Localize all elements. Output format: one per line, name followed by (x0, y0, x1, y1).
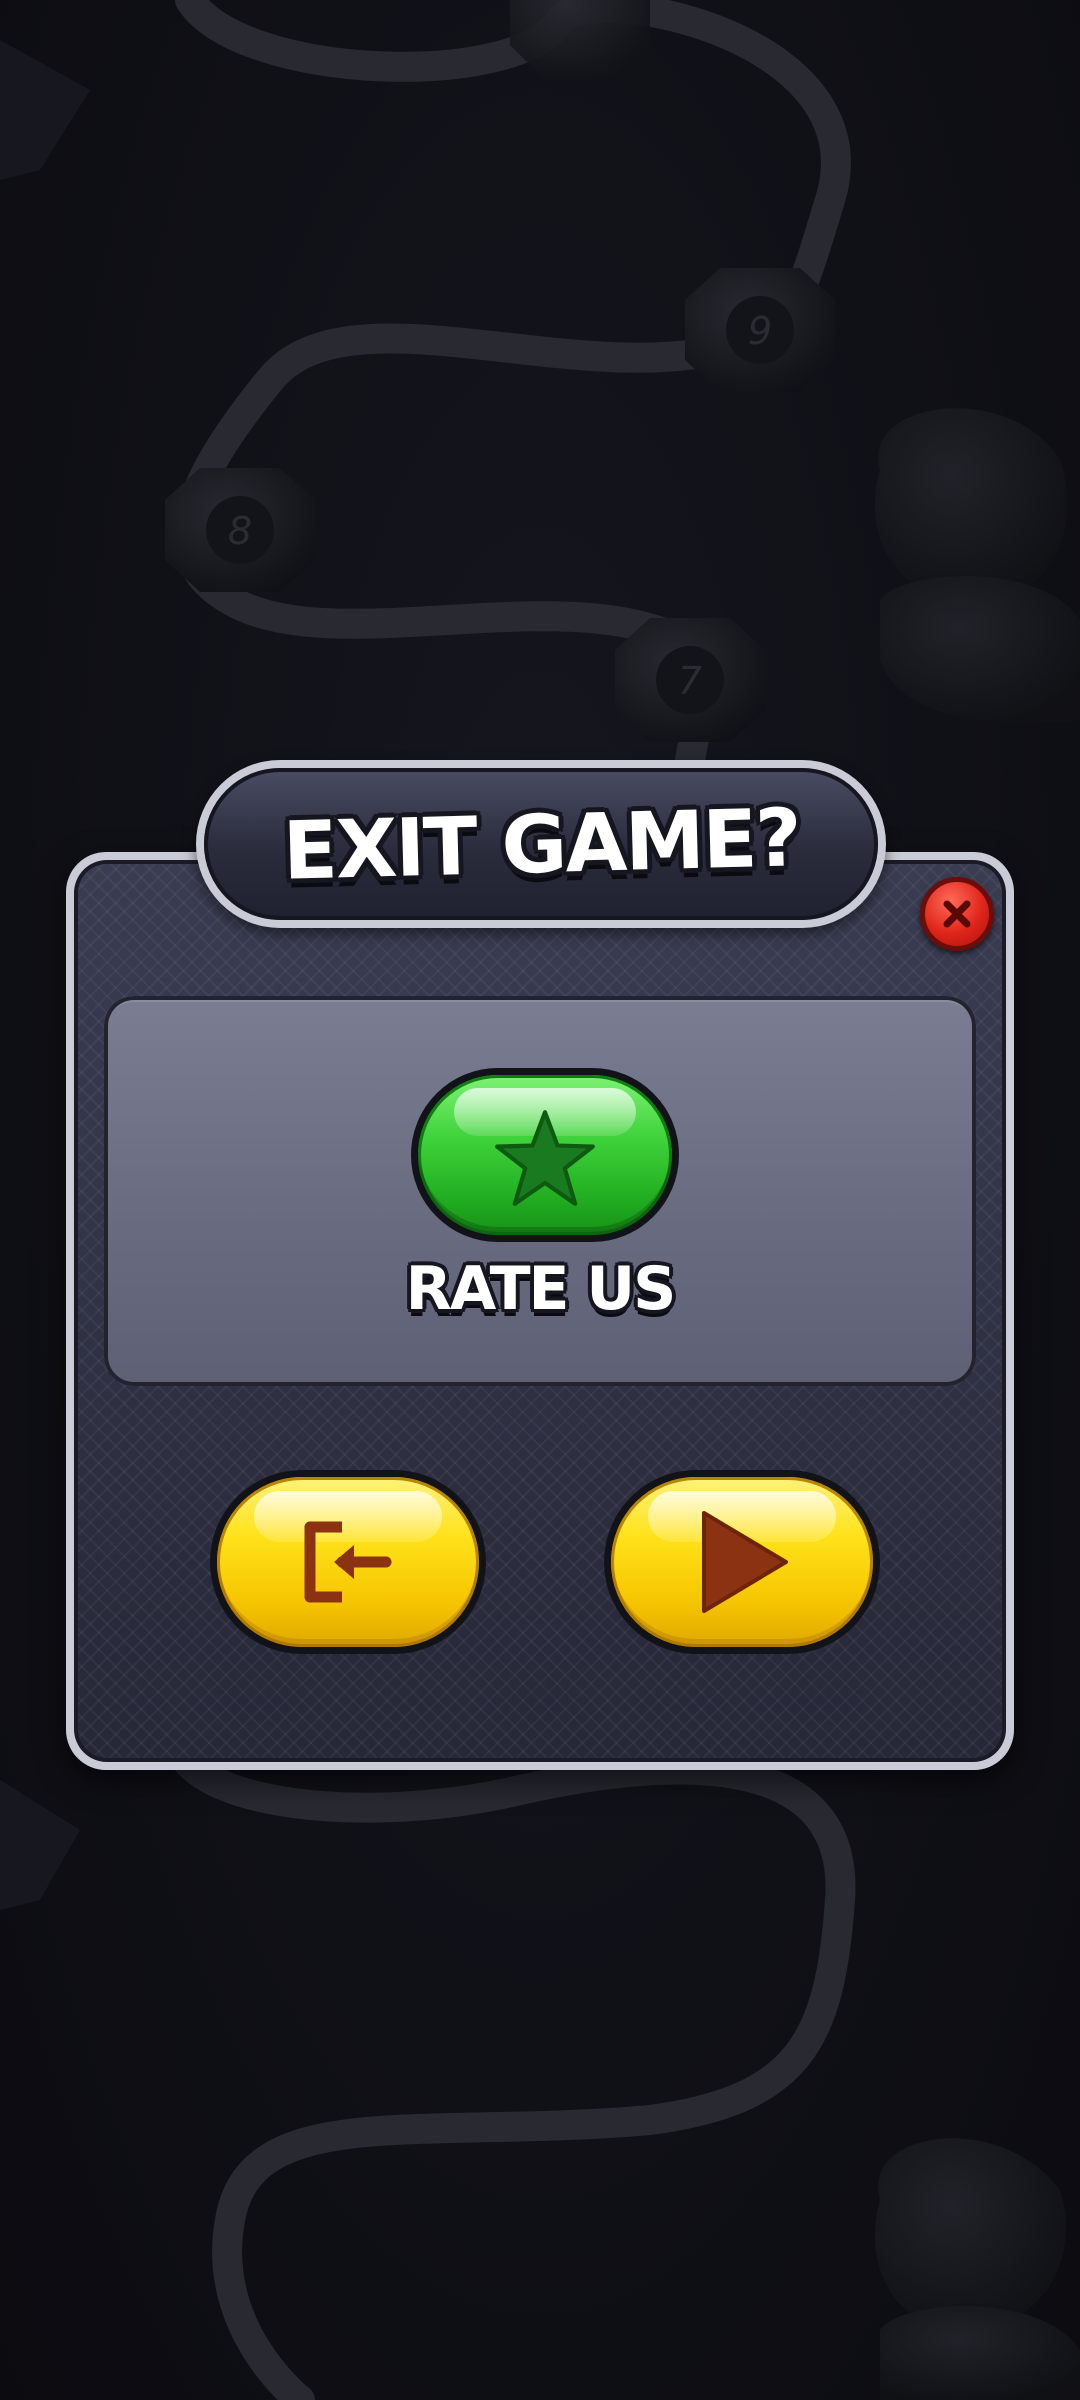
star-icon (495, 1110, 595, 1206)
continue-play-button[interactable] (604, 1470, 880, 1654)
game-screen: 9 8 7 RATE US EXIT GAME? (0, 0, 1080, 2400)
rate-us-button[interactable] (411, 1068, 679, 1242)
exit-button[interactable] (210, 1470, 486, 1654)
play-icon (702, 1511, 788, 1613)
close-x-icon (943, 900, 971, 928)
dialog-title-banner: EXIT GAME? (196, 760, 886, 928)
rate-us-label: RATE US (405, 1254, 677, 1324)
dialog-title: EXIT GAME? (281, 790, 801, 898)
exit-door-icon (304, 1521, 392, 1603)
close-button[interactable] (920, 877, 994, 951)
rate-us-panel: RATE US (104, 996, 976, 1386)
dialog-body: RATE US (74, 860, 1006, 1762)
exit-game-dialog: RATE US (66, 852, 1014, 1770)
